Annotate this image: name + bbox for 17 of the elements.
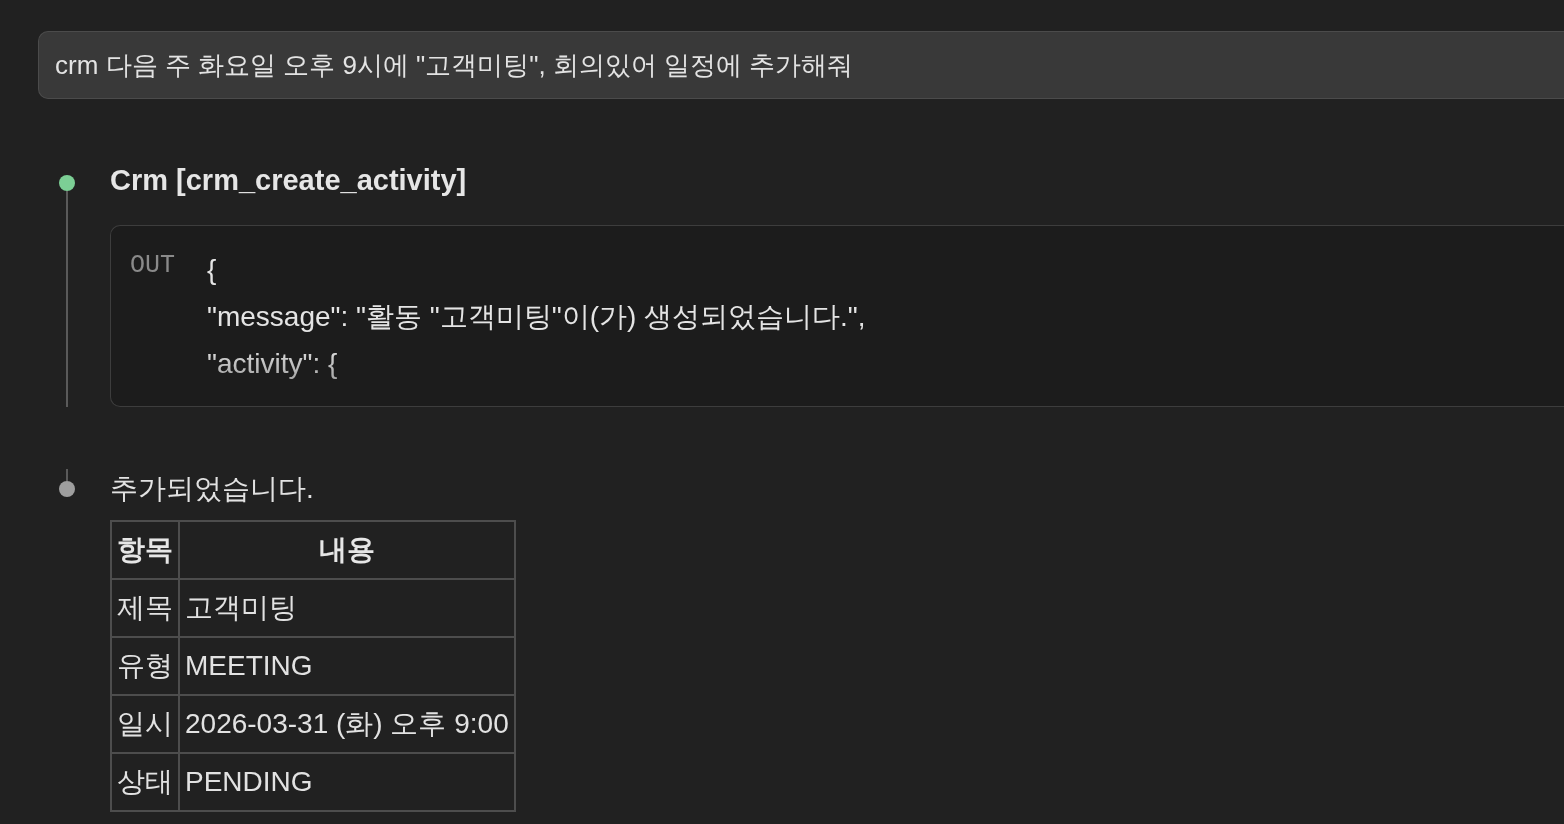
table-header-cell: 항목 xyxy=(111,521,179,579)
table-cell: PENDING xyxy=(179,753,515,811)
user-message: crm 다음 주 화요일 오후 9시에 "고객미팅", 회의있어 일정에 추가해줘 xyxy=(38,31,1564,99)
table-cell: 유형 xyxy=(111,637,179,695)
code-line: "activity": { xyxy=(207,347,339,381)
table-cell: MEETING xyxy=(179,637,515,695)
table-cell: 고객미팅 xyxy=(179,579,515,637)
table-cell: 2026-03-31 (화) 오후 9:00 xyxy=(179,695,515,753)
table-cell: 제목 xyxy=(111,579,179,637)
output-label: OUT xyxy=(130,250,176,282)
code-line: "message": "활동 "고객미팅"이(가) 생성되었습니다.", xyxy=(207,300,866,334)
table-cell: 일시 xyxy=(111,695,179,753)
code-line: { xyxy=(207,253,218,287)
tool-call-title: Crm [crm_create_activity] xyxy=(110,163,468,199)
table-cell: 상태 xyxy=(111,753,179,811)
reply-text: 추가되었습니다. xyxy=(110,472,315,506)
table-header-cell: 내용 xyxy=(179,521,515,579)
